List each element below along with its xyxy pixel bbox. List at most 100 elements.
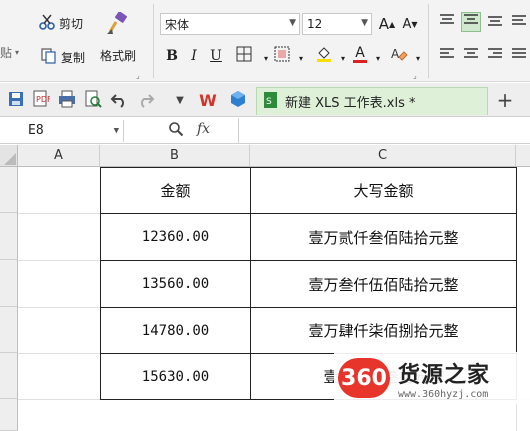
format-painter-button[interactable]: 格式刷 [100, 11, 137, 64]
formula-divider [238, 118, 239, 144]
italic-label: I [191, 48, 197, 64]
align-bottom-icon [487, 13, 503, 31]
row-header[interactable] [0, 260, 18, 307]
chevron-down-icon: ▾ [15, 48, 20, 57]
align-top-button[interactable] [437, 12, 457, 32]
cube-icon [229, 90, 247, 111]
align-right-icon [487, 47, 503, 65]
select-all-corner[interactable] [0, 145, 18, 167]
amount-cell[interactable]: 13560.00 [100, 260, 251, 308]
customize-toolbar-button[interactable]: ▼ [170, 90, 190, 110]
column-header-c[interactable]: C [250, 145, 516, 167]
amount-words-cell[interactable]: 壹万叁仟伍佰陆拾元整 [250, 260, 517, 308]
print-preview-button[interactable] [83, 90, 103, 110]
clear-format-dropdown[interactable]: ▾ [408, 48, 428, 68]
align-bottom-button[interactable] [485, 12, 505, 32]
zoom-lookup-icon[interactable] [168, 121, 184, 141]
clear-format-button[interactable]: A [389, 46, 409, 66]
tab-workbook[interactable]: S 新建 XLS 工作表.xls * [256, 87, 488, 115]
borders-icon [236, 46, 252, 66]
copy-button[interactable]: 复制 [40, 47, 85, 68]
column-header-d[interactable] [516, 145, 530, 167]
paste-button[interactable]: 贴 ▾ [0, 44, 19, 61]
align-right-button[interactable] [485, 46, 505, 66]
print-preview-icon [84, 90, 102, 111]
copy-icon [40, 47, 58, 68]
merge-dropdown[interactable]: ▾ [291, 48, 311, 68]
save-button[interactable] [6, 90, 26, 110]
new-tab-button[interactable]: + [495, 88, 515, 112]
ribbon-separator [428, 4, 429, 78]
chevron-down-icon: ▼ [289, 18, 296, 28]
row-header[interactable] [0, 399, 18, 431]
wps-logo: W [199, 90, 217, 110]
font-color-button[interactable]: A [350, 44, 370, 64]
grow-font-button[interactable]: A ▲ [377, 14, 397, 34]
undo-button[interactable] [109, 90, 129, 110]
cut-button[interactable]: 剪切 [38, 13, 83, 34]
gridline [18, 260, 100, 261]
cloud-docs-button[interactable] [228, 90, 248, 110]
amount-words-cell[interactable]: 壹万肆仟柒佰捌拾元整 [250, 307, 517, 354]
dialog-launcher-icon[interactable]: ⌟ [136, 71, 140, 80]
svg-text:PDF: PDF [36, 95, 50, 104]
justify-button[interactable] [509, 46, 529, 66]
svg-text:A: A [391, 47, 400, 61]
row-header[interactable] [0, 307, 18, 353]
wrap-icon [511, 13, 527, 31]
copy-label: 复制 [61, 51, 86, 65]
shrink-font-label: A [402, 16, 412, 32]
formula-input[interactable] [242, 120, 528, 142]
chevron-down-icon: ▼ [113, 126, 119, 136]
arrow-down-icon: ▼ [411, 19, 418, 29]
wrap-text-button[interactable] [509, 12, 529, 32]
export-pdf-button[interactable]: PDF [31, 90, 52, 110]
font-color-dropdown[interactable]: ▾ [368, 48, 388, 68]
underline-button[interactable]: U [206, 46, 226, 66]
chevron-down-icon: ▾ [263, 53, 268, 63]
amount-cell[interactable]: 14780.00 [100, 307, 251, 354]
watermark-text: 货源之家 www.360hyzj.com [398, 357, 490, 400]
chevron-down-icon: ▼ [176, 94, 184, 106]
borders-button[interactable] [234, 46, 254, 66]
align-middle-button[interactable] [461, 12, 481, 32]
font-size-select[interactable]: 12 ▼ [302, 13, 372, 35]
amount-words-cell[interactable]: 壹万贰仟叁佰陆拾元整 [250, 213, 517, 261]
merge-cells-button[interactable] [272, 46, 292, 66]
align-top-icon [439, 13, 455, 31]
amount-cell[interactable]: 12360.00 [100, 213, 251, 261]
arrow-up-icon: ▲ [389, 19, 396, 29]
bold-button[interactable]: B [162, 46, 182, 66]
align-left-button[interactable] [437, 46, 457, 66]
insert-function-button[interactable]: fx [197, 121, 210, 137]
table-row: 14780.00 壹万肆仟柒佰捌拾元整 [100, 307, 517, 354]
amount-cell[interactable]: 15630.00 [100, 353, 251, 400]
header-cell-amount-words[interactable]: 大写金额 [250, 167, 517, 214]
cut-label: 剪切 [59, 17, 84, 31]
format-painter-label: 格式刷 [100, 49, 137, 63]
chevron-down-icon: ▾ [340, 53, 345, 63]
dialog-launcher-icon[interactable]: ⌟ [413, 71, 417, 80]
brush-icon [104, 11, 132, 39]
font-name-select[interactable]: 宋体 ▼ [160, 13, 300, 35]
align-center-button[interactable] [461, 46, 481, 66]
header-cell-amount[interactable]: 金额 [100, 167, 251, 214]
font-size-value: 12 [307, 17, 323, 31]
ribbon-separator [153, 4, 154, 78]
italic-button[interactable]: I [184, 46, 204, 66]
row-header[interactable] [0, 167, 18, 213]
watermark-title: 货源之家 [398, 362, 491, 388]
row-header[interactable] [0, 353, 18, 399]
tab-label: 新建 XLS 工作表.xls * [285, 96, 416, 111]
table-row: 13560.00 壹万叁仟伍佰陆拾元整 [100, 260, 517, 308]
fill-color-button[interactable] [314, 46, 334, 66]
print-button[interactable] [57, 90, 77, 110]
column-header-a[interactable]: A [18, 145, 100, 167]
shrink-font-button[interactable]: A ▼ [400, 14, 420, 34]
quick-access-bar: PDF ▼ W S 新建 XLS 工作表.xls * + [0, 83, 530, 117]
wps-logo-button[interactable]: W [198, 90, 218, 110]
row-header[interactable] [0, 213, 18, 260]
column-header-b[interactable]: B [100, 145, 250, 167]
cell-name-box[interactable]: E8 ▼ [0, 120, 124, 142]
redo-button[interactable] [136, 90, 156, 110]
